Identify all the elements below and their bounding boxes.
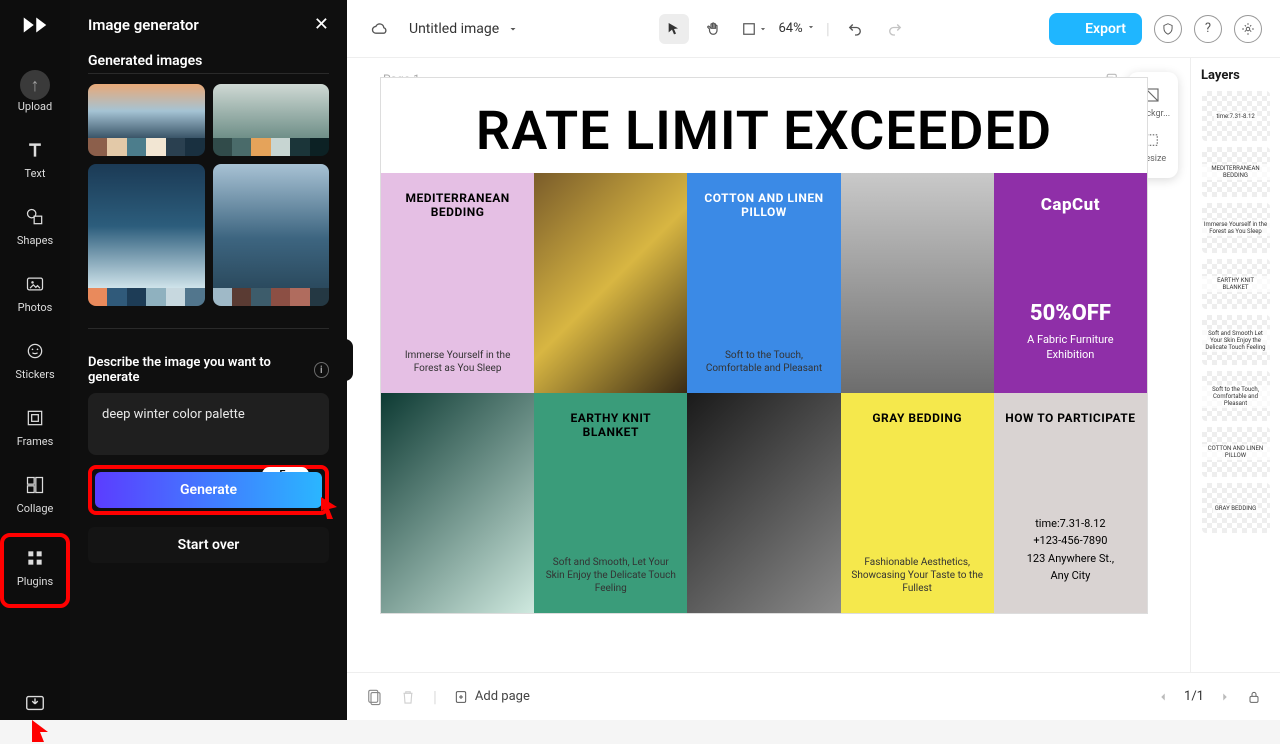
- generated-thumb[interactable]: [213, 164, 330, 306]
- rail-bottom-item[interactable]: [0, 682, 70, 720]
- rail-text[interactable]: Text: [0, 129, 70, 196]
- bottom-tray-icon: [24, 692, 46, 714]
- stickers-icon: [24, 340, 46, 362]
- zoom-level[interactable]: 64%: [779, 21, 816, 36]
- canvas-cell[interactable]: HOW TO PARTICIPATEtime:7.31-8.12+123-456…: [994, 393, 1147, 613]
- canvas-cell[interactable]: [381, 393, 534, 613]
- rail-photos-label: Photos: [18, 301, 53, 314]
- start-over-button[interactable]: Start over: [88, 527, 329, 563]
- panel-title: Image generator: [88, 16, 199, 34]
- document-title[interactable]: Untitled image: [409, 21, 519, 37]
- add-page-button[interactable]: Add page: [453, 689, 530, 705]
- layer-thumb[interactable]: COTTON AND LINEN PILLOW: [1202, 427, 1270, 477]
- redo-button[interactable]: [880, 14, 910, 44]
- next-page-button[interactable]: [1218, 690, 1232, 704]
- canvas-cell[interactable]: [841, 173, 994, 393]
- canvas-cell[interactable]: [534, 173, 687, 393]
- generate-button[interactable]: Generate: [95, 472, 322, 508]
- topbar: Untitled image 64% | Export ?: [347, 0, 1280, 58]
- rail-collage[interactable]: Collage: [0, 464, 70, 531]
- rail-shapes[interactable]: Shapes: [0, 196, 70, 263]
- rail-plugins[interactable]: Plugins: [0, 533, 70, 608]
- plugins-icon: [24, 547, 46, 569]
- rail-stickers[interactable]: Stickers: [0, 330, 70, 397]
- app-logo: [20, 10, 50, 40]
- canvas-cell[interactable]: CapCut50%OFFA Fabric Furniture Exhibitio…: [994, 173, 1147, 393]
- left-rail: ↑ Upload Text Shapes Photos Stickers Fra…: [0, 0, 70, 720]
- layer-thumb[interactable]: Soft and Smooth Let Your Skin Enjoy the …: [1202, 315, 1270, 365]
- photos-icon: [24, 273, 46, 295]
- cursor-arrow-annotation: [30, 718, 52, 744]
- shapes-icon: [24, 206, 46, 228]
- canvas-cell[interactable]: COTTON AND LINEN PILLOWSoft to the Touch…: [687, 173, 840, 393]
- upload-icon: ↑: [20, 70, 50, 100]
- cursor-arrow-annotation: [319, 495, 341, 521]
- layer-thumb[interactable]: Immerse Yourself in the Forest as You Sl…: [1202, 203, 1270, 253]
- help-icon[interactable]: ?: [1194, 15, 1222, 43]
- export-button[interactable]: Export: [1049, 13, 1142, 45]
- layer-thumb[interactable]: GRAY BEDDING: [1202, 483, 1270, 533]
- chevron-down-icon: [758, 24, 768, 34]
- canvas-cell[interactable]: MEDITERRANEAN BEDDINGImmerse Yourself in…: [381, 173, 534, 393]
- rail-frames-label: Frames: [17, 435, 54, 448]
- hand-tool[interactable]: [699, 14, 729, 44]
- settings-icon[interactable]: [1234, 15, 1262, 43]
- generated-thumb[interactable]: [213, 84, 330, 156]
- pages-icon[interactable]: [365, 688, 383, 706]
- generated-thumb[interactable]: [88, 164, 205, 306]
- describe-label: Describe the image you want to generate …: [88, 355, 329, 385]
- collage-icon: [24, 474, 46, 496]
- rail-upload-label: Upload: [18, 100, 52, 113]
- layer-thumb[interactable]: MEDITERRANEAN BEDDING: [1202, 147, 1270, 197]
- generated-thumb[interactable]: [88, 84, 205, 156]
- canvas-cell[interactable]: EARTHY KNIT BLANKETSoft and Smooth, Let …: [534, 393, 687, 613]
- layers-panel: Layers time:7.31-8.12 MEDITERRANEAN BEDDI…: [1190, 58, 1280, 672]
- lock-icon[interactable]: [1246, 689, 1262, 705]
- layer-thumb[interactable]: time:7.31-8.12: [1202, 91, 1270, 141]
- undo-button[interactable]: [840, 14, 870, 44]
- info-icon[interactable]: i: [314, 362, 329, 378]
- rail-shapes-label: Shapes: [17, 234, 53, 247]
- crop-tool[interactable]: [739, 14, 769, 44]
- rail-upload[interactable]: ↑ Upload: [0, 60, 70, 129]
- frames-icon: [24, 407, 46, 429]
- bottombar: | Add page 1/1: [347, 672, 1280, 720]
- generated-images-label: Generated images: [88, 53, 329, 74]
- canvas-area: Page 1 Backgr... Resize RATE LIMIT EXCEE…: [347, 58, 1280, 672]
- cloud-icon[interactable]: [365, 14, 395, 44]
- layers-title: Layers: [1197, 68, 1240, 83]
- canvas-cell[interactable]: GRAY BEDDINGFashionable Aesthetics, Show…: [841, 393, 994, 613]
- page-counter: 1/1: [1184, 689, 1204, 704]
- image-generator-panel: Image generator ✕ Generated images Descr…: [70, 0, 347, 720]
- select-tool[interactable]: [659, 14, 689, 44]
- chevron-down-icon: [507, 23, 519, 35]
- overlay-text: RATE LIMIT EXCEEDED: [381, 78, 1147, 173]
- rail-plugins-label: Plugins: [17, 575, 53, 588]
- rail-photos[interactable]: Photos: [0, 263, 70, 330]
- rail-stickers-label: Stickers: [15, 368, 54, 381]
- design-canvas[interactable]: RATE LIMIT EXCEEDED MEDITERRANEAN BEDDIN…: [381, 78, 1147, 613]
- delete-icon[interactable]: [399, 688, 417, 706]
- prev-page-button[interactable]: [1156, 690, 1170, 704]
- layer-thumb[interactable]: Soft to the Touch, Comfortable and Pleas…: [1202, 371, 1270, 421]
- rail-frames[interactable]: Frames: [0, 397, 70, 464]
- text-icon: [24, 139, 46, 161]
- layer-thumb[interactable]: EARTHY KNIT BLANKET: [1202, 259, 1270, 309]
- shield-icon[interactable]: [1154, 15, 1182, 43]
- canvas-cell[interactable]: [687, 393, 840, 613]
- generate-highlight: Free Generate: [88, 465, 329, 515]
- generated-thumbnails: [88, 84, 329, 306]
- rail-text-label: Text: [25, 167, 46, 180]
- rail-collage-label: Collage: [17, 502, 54, 515]
- close-icon[interactable]: ✕: [314, 14, 329, 35]
- main-area: Untitled image 64% | Export ? Page 1 Bac…: [347, 0, 1280, 720]
- chevron-down-icon: [806, 22, 816, 32]
- prompt-input[interactable]: deep winter color palette: [88, 393, 329, 455]
